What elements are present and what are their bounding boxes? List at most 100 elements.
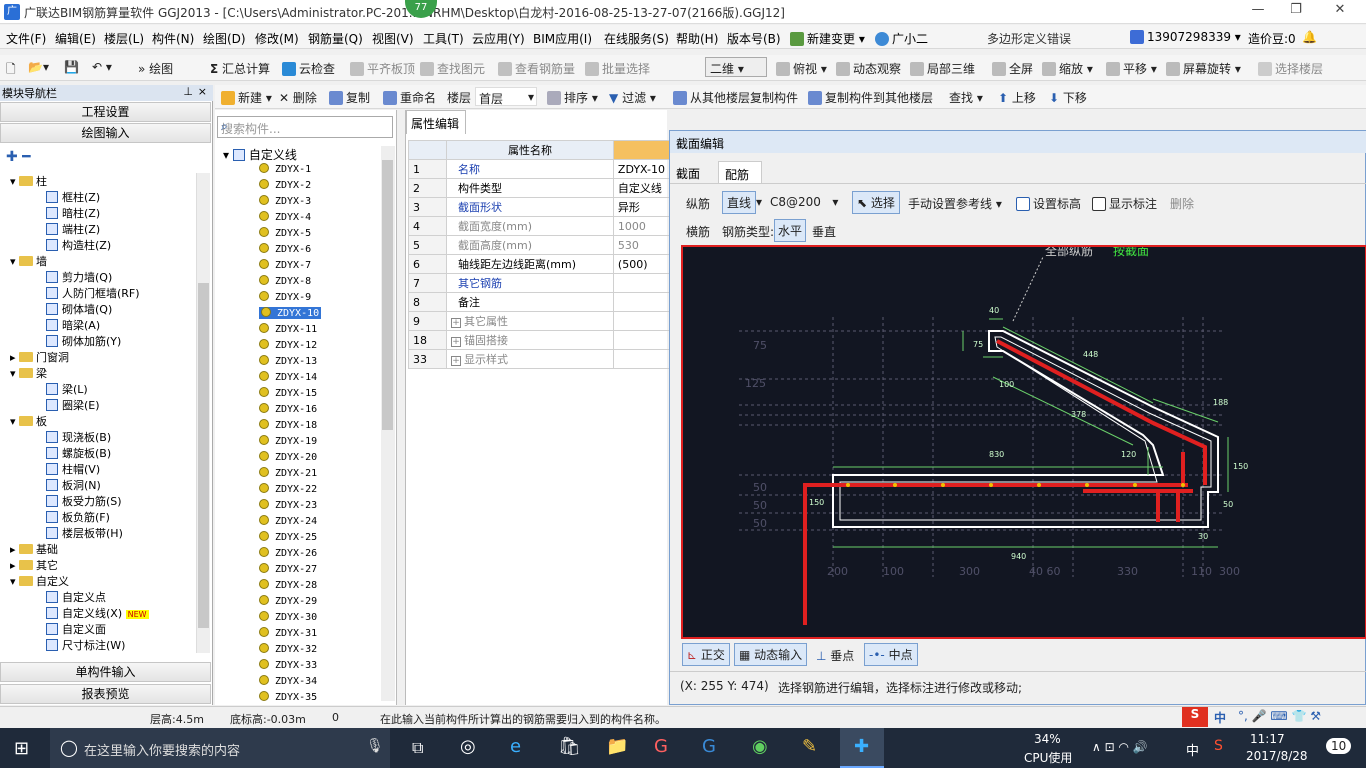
full-screen-button[interactable]: 全屏 bbox=[992, 60, 1033, 77]
user-account[interactable]: 13907298339 ▾ bbox=[1130, 30, 1241, 44]
pan-button[interactable]: 平移 ▾ bbox=[1106, 60, 1157, 77]
property-value[interactable] bbox=[612, 349, 671, 369]
menu-modify[interactable]: 修改(M) bbox=[255, 30, 299, 47]
ortho-button[interactable]: ⊾ 正交 bbox=[682, 643, 730, 666]
expand-plus-icon[interactable]: + bbox=[451, 318, 461, 328]
nav-item[interactable]: 板受力筋(S) bbox=[46, 493, 122, 509]
section-canvas[interactable]: 40 448 75 100 188 378 830 120 150 50 30 … bbox=[681, 245, 1366, 639]
property-value[interactable] bbox=[612, 292, 671, 312]
property-row[interactable]: 1 名称 ZDYX-10 bbox=[408, 159, 671, 179]
list-item[interactable]: ZDYX-20 bbox=[259, 451, 317, 463]
find-button[interactable]: 查找 ▾ bbox=[949, 89, 983, 106]
list-item[interactable]: ZDYX-19 bbox=[259, 435, 317, 447]
manual-reference-select[interactable]: 手动设置参考线 ▾ bbox=[908, 195, 1002, 212]
list-item[interactable]: ZDYX-23 bbox=[259, 499, 317, 511]
nav-item[interactable]: 暗梁(A) bbox=[46, 317, 100, 333]
ime-mode[interactable]: 中 bbox=[1214, 709, 1226, 726]
nav-item[interactable]: 楼层板带(H) bbox=[46, 525, 123, 541]
expand-all-icon[interactable]: ✚ ━ bbox=[6, 149, 31, 165]
delete-button[interactable]: ✕ 删除 bbox=[279, 89, 317, 106]
select-button[interactable]: ⬉ 选择 bbox=[852, 191, 900, 214]
project-settings-button[interactable]: 工程设置 bbox=[0, 102, 211, 122]
nav-item[interactable]: 尺寸标注(W) bbox=[46, 637, 125, 653]
nav-item[interactable]: 现浇板(B) bbox=[46, 429, 111, 445]
list-item[interactable]: ZDYX-18 bbox=[259, 419, 317, 431]
list-scroll-thumb[interactable] bbox=[382, 160, 393, 430]
nav-item[interactable]: 砌体墙(Q) bbox=[46, 301, 112, 317]
edge-icon[interactable]: e bbox=[510, 736, 521, 757]
undo-icon[interactable]: ↶ ▾ bbox=[92, 60, 112, 74]
section-drawing[interactable]: 40 448 75 100 188 378 830 120 150 50 30 … bbox=[683, 247, 1365, 637]
tab-property-edit[interactable]: 属性编辑 bbox=[406, 110, 466, 134]
menu-bim[interactable]: BIM应用(I) bbox=[533, 30, 592, 47]
cloud-check-button[interactable]: 云检查 bbox=[282, 60, 335, 77]
list-item[interactable]: ZDYX-6 bbox=[259, 243, 311, 255]
taskbar-search[interactable]: ◯ 在这里输入你要搜索的内容 🎙 bbox=[50, 728, 390, 768]
open-file-icon[interactable]: 📂▾ bbox=[28, 60, 49, 74]
tray-ime[interactable]: 中 bbox=[1186, 740, 1199, 759]
menu-draw[interactable]: 绘图(D) bbox=[203, 30, 246, 47]
pin-icon[interactable]: ⊥ bbox=[183, 85, 193, 98]
task-view-icon[interactable]: ⧉ bbox=[412, 738, 423, 758]
view-mode-select[interactable]: 二维 ▾ bbox=[705, 57, 767, 77]
property-value[interactable]: (500) bbox=[612, 254, 671, 274]
sort-button[interactable]: 排序 ▾ bbox=[547, 89, 598, 106]
property-row[interactable]: 3 截面形状 异形 bbox=[408, 197, 671, 217]
chevron-down-icon[interactable]: ▾ bbox=[10, 175, 16, 188]
list-item[interactable]: ZDYX-1 bbox=[259, 163, 311, 175]
rename-button[interactable]: 重命名 bbox=[383, 89, 436, 106]
nav-item[interactable]: 螺旋板(B) bbox=[46, 445, 111, 461]
floor-select[interactable]: 首层 ▾ bbox=[475, 87, 537, 106]
list-item[interactable]: ZDYX-24 bbox=[259, 515, 317, 527]
copy-to-floor-button[interactable]: 复制构件到其他楼层 bbox=[808, 89, 933, 106]
nav-folder[interactable]: ▾ 梁 bbox=[10, 365, 47, 381]
property-value[interactable] bbox=[612, 273, 671, 293]
ime-tools-icon[interactable]: °, 🎤 ⌨ 👕 ⚒ bbox=[1238, 709, 1321, 723]
property-value[interactable]: 530 bbox=[612, 235, 671, 255]
close-icon[interactable]: × bbox=[198, 85, 207, 98]
list-item[interactable]: ZDYX-27 bbox=[259, 563, 317, 575]
list-item[interactable]: ZDYX-2 bbox=[259, 179, 311, 191]
nav-item[interactable]: 自定义线(X) NEW bbox=[46, 605, 149, 621]
nav-item[interactable]: 人防门框墙(RF) bbox=[46, 285, 140, 301]
chevron-right-icon[interactable]: ▸ bbox=[10, 351, 16, 364]
dynamic-input-button[interactable]: ▦ 动态输入 bbox=[734, 643, 808, 666]
rebar-spec-select[interactable]: C8@200 ▾ bbox=[770, 195, 838, 209]
new-change-button[interactable]: 新建变更 ▾ bbox=[790, 30, 865, 47]
tray-icons[interactable]: ∧ ⊡ ◠ 🔊 bbox=[1092, 740, 1148, 754]
list-item[interactable]: ZDYX-16 bbox=[259, 403, 317, 415]
nav-scroll-thumb[interactable] bbox=[198, 283, 209, 628]
mic-icon[interactable]: 🎙 bbox=[366, 738, 384, 754]
batch-select-button[interactable]: 批量选择 bbox=[585, 60, 650, 77]
property-row[interactable]: 4 截面宽度(mm) 1000 bbox=[408, 216, 671, 236]
list-item[interactable]: ZDYX-21 bbox=[259, 467, 317, 479]
menu-floor[interactable]: 楼层(L) bbox=[104, 30, 144, 47]
horizontal-button[interactable]: 水平 bbox=[774, 219, 807, 242]
nav-item[interactable]: 柱帽(V) bbox=[46, 461, 100, 477]
explorer-icon[interactable]: 📁 bbox=[606, 736, 628, 757]
list-item[interactable]: ZDYX-30 bbox=[259, 611, 317, 623]
top-view-button[interactable]: 俯视 ▾ bbox=[776, 60, 827, 77]
draw-input-button[interactable]: 绘图输入 bbox=[0, 123, 211, 143]
single-input-button[interactable]: 单构件输入 bbox=[0, 662, 211, 682]
list-item[interactable]: ZDYX-34 bbox=[259, 675, 317, 687]
nav-scrollbar[interactable] bbox=[196, 173, 210, 653]
list-item[interactable]: ZDYX-11 bbox=[259, 323, 317, 335]
nav-item[interactable]: 构造柱(Z) bbox=[46, 237, 111, 253]
app-ggj-icon[interactable]: G bbox=[702, 736, 716, 757]
nav-folder[interactable]: ▸ 其它 bbox=[10, 557, 58, 573]
list-item[interactable]: ZDYX-25 bbox=[259, 531, 317, 543]
dialog-delete-button[interactable]: 删除 bbox=[1170, 195, 1194, 212]
find-element-button[interactable]: 查找图元 bbox=[420, 60, 485, 77]
move-up-button[interactable]: ⬆ 上移 bbox=[998, 89, 1036, 106]
list-item[interactable]: ZDYX-5 bbox=[259, 227, 311, 239]
nav-item[interactable]: 自定义点 bbox=[46, 589, 106, 605]
copy-button[interactable]: 复制 bbox=[329, 89, 370, 106]
vertical-button[interactable]: 垂直 bbox=[812, 223, 836, 240]
list-item[interactable]: ZDYX-15 bbox=[259, 387, 317, 399]
nav-item[interactable]: 自定义面 bbox=[46, 621, 106, 637]
app-notes-icon[interactable]: ✎ bbox=[802, 736, 817, 757]
list-item[interactable]: ZDYX-33 bbox=[259, 659, 317, 671]
list-item[interactable]: ZDYX-4 bbox=[259, 211, 311, 223]
list-item[interactable]: ZDYX-10 bbox=[259, 307, 322, 319]
